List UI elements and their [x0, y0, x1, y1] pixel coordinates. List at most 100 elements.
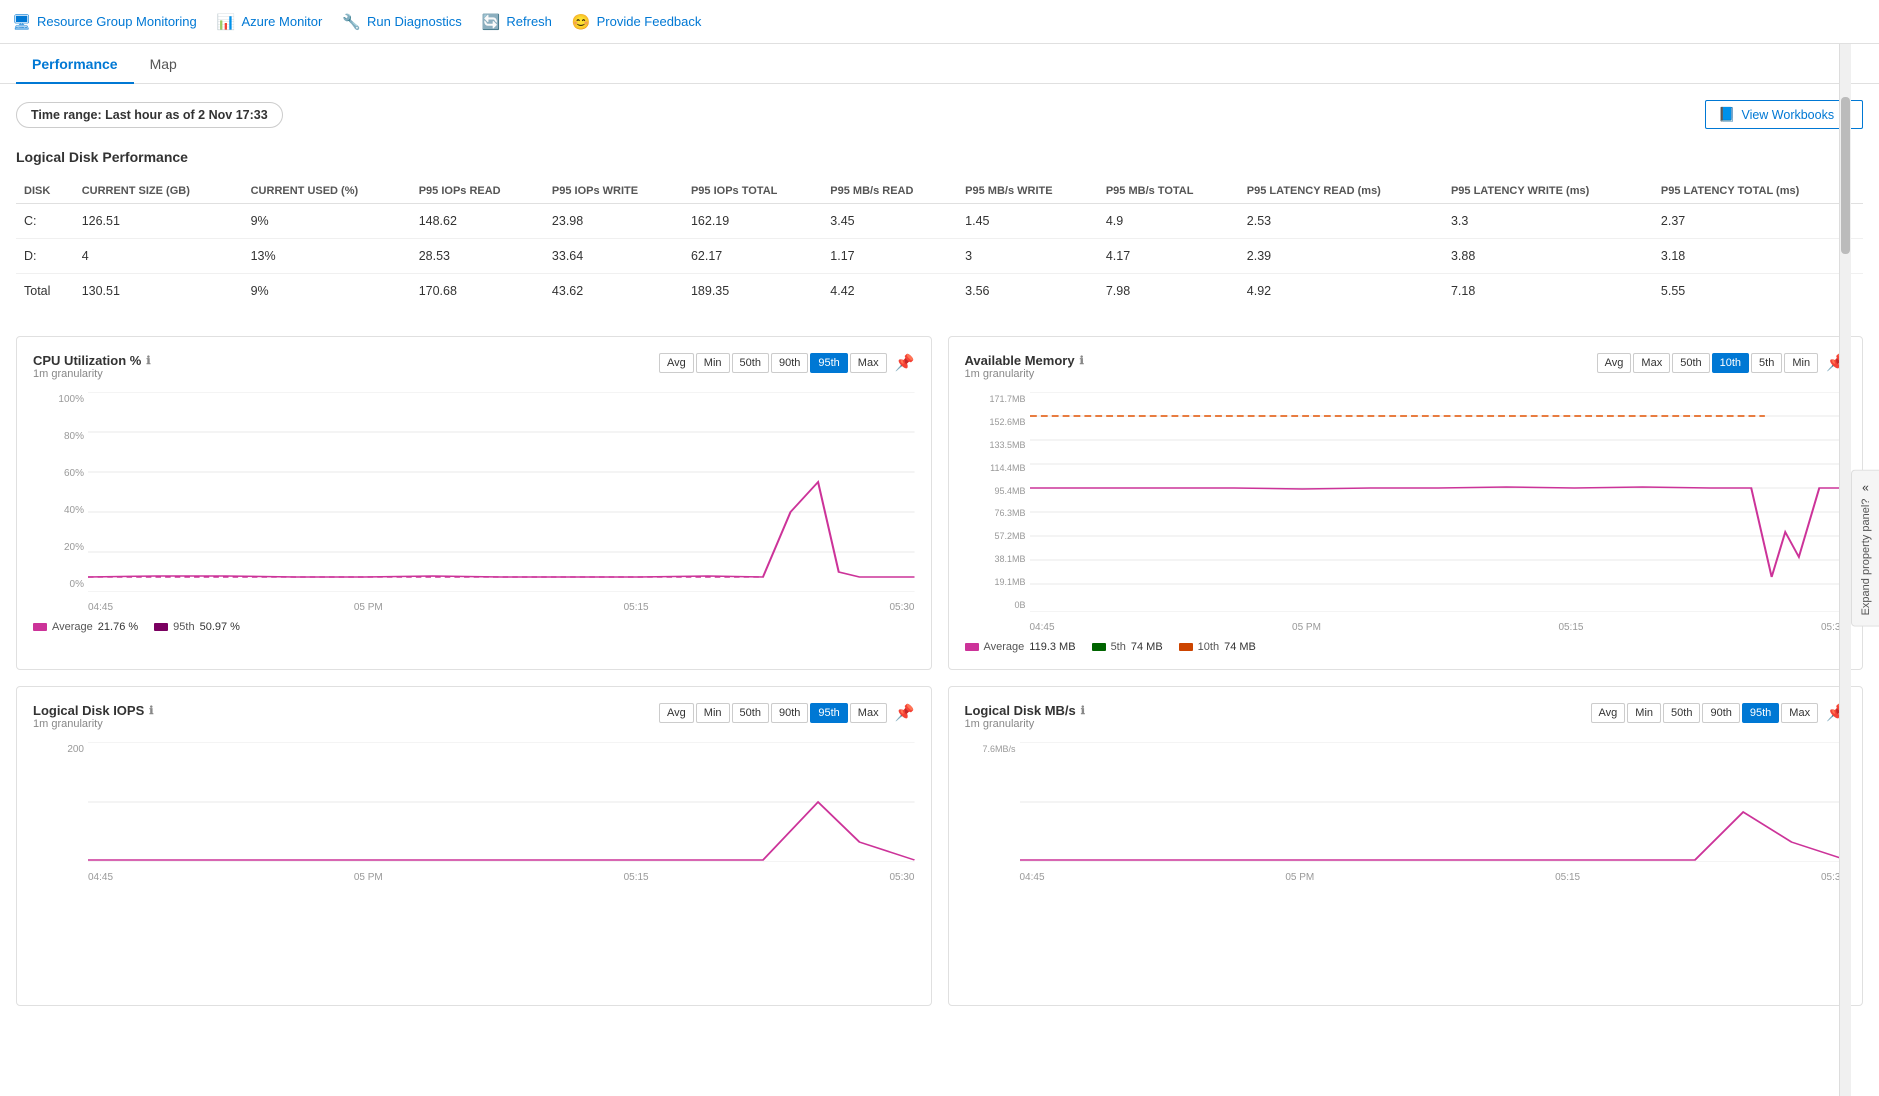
- disk-iops-granularity: 1m granularity: [33, 718, 153, 730]
- cpu-y-labels: 100% 80% 60% 40% 20% 0%: [33, 392, 88, 592]
- cpu-filter-avg[interactable]: Avg: [659, 353, 694, 373]
- table-cell: 23.98: [544, 204, 683, 239]
- disk-mbps-filter-50th[interactable]: 50th: [1663, 703, 1700, 723]
- cpu-legend-95th: 95th 50.97 %: [154, 621, 240, 633]
- disk-iops-pin-icon[interactable]: 📌: [895, 703, 915, 723]
- table-cell: 4.9: [1098, 204, 1239, 239]
- nav-provide-feedback[interactable]: 😊 Provide Feedback: [572, 13, 701, 31]
- cpu-chart-title: CPU Utilization % ℹ: [33, 353, 151, 368]
- table-cell: 3.45: [822, 204, 957, 239]
- logical-disk-table: DISKCURRENT SIZE (GB)CURRENT USED (%)P95…: [16, 179, 1863, 308]
- table-cell: 4: [74, 239, 243, 274]
- memory-filter-5th[interactable]: 5th: [1751, 353, 1782, 373]
- table-col-header: P95 MB/s TOTAL: [1098, 179, 1239, 204]
- memory-filter-50th[interactable]: 50th: [1672, 353, 1709, 373]
- disk-mbps-y-labels: 7.6MB/s: [965, 742, 1020, 862]
- tabs-bar: Performance Map: [0, 44, 1879, 84]
- memory-x-labels: 04:45 05 PM 05:15 05:30: [1030, 622, 1847, 633]
- run-diagnostics-icon: 🔧: [342, 13, 361, 31]
- nav-resource-group[interactable]: 🖥 Resource Group Monitoring: [12, 13, 197, 31]
- cpu-pin-icon[interactable]: 📌: [895, 353, 915, 373]
- disk-iops-filter-95th[interactable]: 95th: [810, 703, 847, 723]
- top-nav: 🖥 Resource Group Monitoring 📊 Azure Moni…: [0, 0, 1879, 44]
- table-cell: 3.3: [1443, 204, 1653, 239]
- time-range-row: Time range: Last hour as of 2 Nov 17:33 …: [16, 100, 1863, 129]
- cpu-filter-max[interactable]: Max: [850, 353, 887, 373]
- cpu-chart-svg: [88, 392, 915, 592]
- memory-legend: Average 119.3 MB 5th 74 MB 10th 74 MB: [965, 641, 1847, 653]
- nav-refresh[interactable]: 🔄 Refresh: [482, 13, 552, 31]
- azure-monitor-icon: 📊: [217, 13, 236, 31]
- cpu-filter-50th[interactable]: 50th: [732, 353, 769, 373]
- table-cell: 4.92: [1239, 274, 1443, 309]
- memory-legend-10th: 10th 74 MB: [1179, 641, 1256, 653]
- disk-mbps-filter-avg[interactable]: Avg: [1591, 703, 1626, 723]
- resource-group-icon: 🖥: [12, 13, 31, 31]
- table-cell: 7.18: [1443, 274, 1653, 309]
- table-cell: D:: [16, 239, 74, 274]
- table-cell: 3: [957, 239, 1098, 274]
- scrollbar[interactable]: [1839, 44, 1851, 1096]
- table-cell: 3.56: [957, 274, 1098, 309]
- expand-property-panel[interactable]: « Expand property panel?: [1851, 470, 1879, 627]
- cpu-info-icon: ℹ: [146, 354, 150, 367]
- table-cell: 4.17: [1098, 239, 1239, 274]
- cpu-chart-area: 100% 80% 60% 40% 20% 0%: [33, 392, 915, 592]
- nav-azure-monitor[interactable]: 📊 Azure Monitor: [217, 13, 323, 31]
- table-cell: 9%: [243, 204, 411, 239]
- disk-iops-filter-avg[interactable]: Avg: [659, 703, 694, 723]
- memory-chart-title: Available Memory ℹ: [965, 353, 1084, 368]
- memory-chart-card: Available Memory ℹ 1m granularity Avg Ma…: [948, 336, 1864, 670]
- table-cell: Total: [16, 274, 74, 309]
- table-cell: C:: [16, 204, 74, 239]
- logical-disk-title: Logical Disk Performance: [16, 149, 1863, 165]
- disk-iops-filter-min[interactable]: Min: [696, 703, 730, 723]
- table-col-header: CURRENT SIZE (GB): [74, 179, 243, 204]
- nav-run-diagnostics[interactable]: 🔧 Run Diagnostics: [342, 13, 461, 31]
- scrollbar-thumb[interactable]: [1841, 97, 1850, 255]
- cpu-filter-90th[interactable]: 90th: [771, 353, 808, 373]
- table-cell: 162.19: [683, 204, 822, 239]
- disk-mbps-filter-95th[interactable]: 95th: [1742, 703, 1779, 723]
- disk-iops-filter-max[interactable]: Max: [850, 703, 887, 723]
- tab-performance[interactable]: Performance: [16, 44, 134, 84]
- disk-iops-chart-card: Logical Disk IOPS ℹ 1m granularity Avg M…: [16, 686, 932, 1006]
- memory-filter-avg[interactable]: Avg: [1597, 353, 1632, 373]
- table-cell: 189.35: [683, 274, 822, 309]
- table-col-header: P95 MB/s WRITE: [957, 179, 1098, 204]
- disk-mbps-granularity: 1m granularity: [965, 718, 1085, 730]
- memory-chart-area: 171.7MB 152.6MB 133.5MB 114.4MB 95.4MB 7…: [965, 392, 1847, 612]
- time-range-button[interactable]: Time range: Last hour as of 2 Nov 17:33: [16, 102, 283, 128]
- disk-iops-info-icon: ℹ: [149, 704, 153, 717]
- disk-mbps-chart-card: Logical Disk MB/s ℹ 1m granularity Avg M…: [948, 686, 1864, 1006]
- memory-legend-5th: 5th 74 MB: [1092, 641, 1163, 653]
- disk-mbps-chart-area: 7.6MB/s: [965, 742, 1847, 862]
- memory-filter-btns: Avg Max 50th 10th 5th Min: [1597, 353, 1818, 373]
- cpu-filter-btns: Avg Min 50th 90th 95th Max: [659, 353, 887, 373]
- disk-mbps-info-icon: ℹ: [1081, 704, 1085, 717]
- cpu-filter-95th[interactable]: 95th: [810, 353, 847, 373]
- disk-iops-y-labels: 200: [33, 742, 88, 862]
- table-row: C:126.519%148.6223.98162.193.451.454.92.…: [16, 204, 1863, 239]
- disk-iops-filter-50th[interactable]: 50th: [732, 703, 769, 723]
- disk-mbps-filter-90th[interactable]: 90th: [1702, 703, 1739, 723]
- table-cell: 1.17: [822, 239, 957, 274]
- disk-iops-chart-area: 200: [33, 742, 915, 862]
- disk-mbps-filter-max[interactable]: Max: [1781, 703, 1818, 723]
- table-cell: 3.88: [1443, 239, 1653, 274]
- table-cell: 33.64: [544, 239, 683, 274]
- tab-map[interactable]: Map: [134, 44, 193, 84]
- memory-filter-max[interactable]: Max: [1633, 353, 1670, 373]
- disk-iops-filter-90th[interactable]: 90th: [771, 703, 808, 723]
- memory-legend-avg: Average 119.3 MB: [965, 641, 1076, 653]
- cpu-chart-card: CPU Utilization % ℹ 1m granularity Avg M…: [16, 336, 932, 670]
- table-cell: 7.98: [1098, 274, 1239, 309]
- disk-mbps-chart-header: Logical Disk MB/s ℹ 1m granularity Avg M…: [965, 703, 1847, 740]
- memory-filter-10th[interactable]: 10th: [1712, 353, 1749, 373]
- table-col-header: P95 LATENCY WRITE (ms): [1443, 179, 1653, 204]
- table-col-header: P95 IOPs TOTAL: [683, 179, 822, 204]
- cpu-filter-min[interactable]: Min: [696, 353, 730, 373]
- memory-filter-min[interactable]: Min: [1784, 353, 1818, 373]
- cpu-legend: Average 21.76 % 95th 50.97 %: [33, 621, 915, 633]
- disk-mbps-filter-min[interactable]: Min: [1627, 703, 1661, 723]
